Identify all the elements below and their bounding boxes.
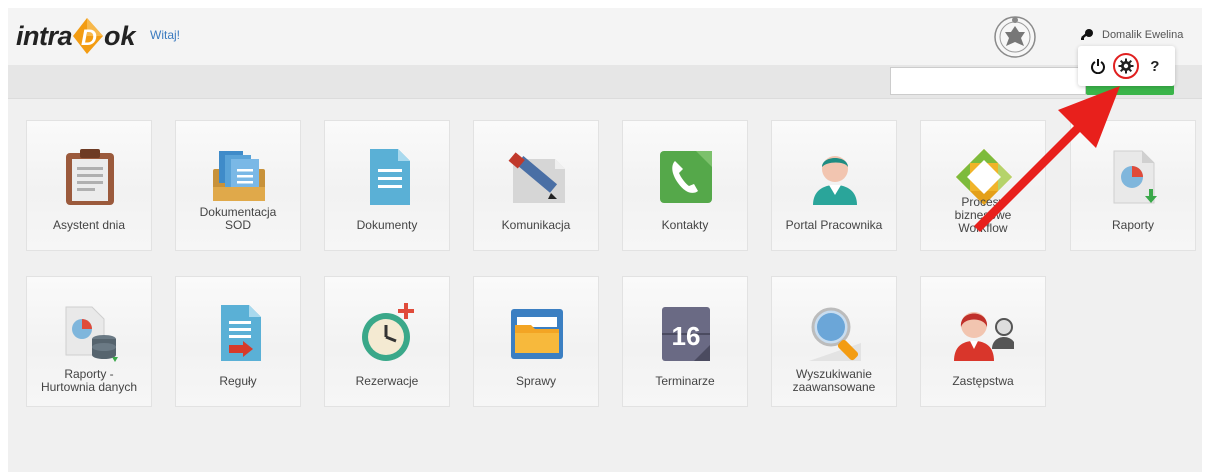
tile-dokumentacja-sod[interactable]: Dokumentacja SOD xyxy=(175,120,301,251)
logo-text-ok: ok xyxy=(104,20,136,51)
settings-button[interactable] xyxy=(1113,53,1140,79)
phone-icon xyxy=(656,147,716,207)
pencil-note-icon xyxy=(507,147,567,207)
tile-procesy-biznesowe[interactable]: Procesy biznesowe Workflow xyxy=(920,120,1046,251)
logo-d-mark-icon: D xyxy=(73,18,104,54)
search-input[interactable] xyxy=(890,67,1086,95)
tile-zastepstwa[interactable]: Zastępstwa xyxy=(920,276,1046,407)
tile-label: Sprawy xyxy=(515,373,556,388)
tile-label: Wyszukiwanie zaawansowane xyxy=(792,367,876,394)
tile-label: Dokumenty xyxy=(356,217,418,232)
tile-label: Raporty - Hurtownia danych xyxy=(40,367,138,394)
intradok-page: intra D ok Witaj! Domalik Ewelina ? Asys… xyxy=(8,8,1202,472)
tile-label: Zastępstwa xyxy=(952,373,1014,388)
key-icon xyxy=(1081,29,1093,40)
tile-label: Raporty xyxy=(1111,217,1155,232)
power-icon xyxy=(1091,59,1106,74)
rules-document-icon xyxy=(209,303,269,363)
tile-wyszukiwanie-zaawansowane[interactable]: Wyszukiwanie zaawansowane xyxy=(771,276,897,407)
tile-label: Terminarze xyxy=(655,373,715,388)
calendar-day-text: 16 xyxy=(672,321,701,351)
tile-terminarze[interactable]: 16 Terminarze xyxy=(622,276,748,407)
university-emblem-icon xyxy=(993,12,1037,62)
user-name: Domalik Ewelina xyxy=(1102,29,1184,41)
calendar-icon: 16 xyxy=(656,303,716,363)
tile-raporty[interactable]: Raporty xyxy=(1070,120,1196,251)
clipboard-icon xyxy=(60,147,120,207)
tile-label: Rezerwacje xyxy=(355,373,419,388)
magnifier-icon xyxy=(805,303,865,363)
alarm-clock-icon xyxy=(358,303,418,363)
tile-label: Asystent dnia xyxy=(52,217,126,232)
substitute-persons-icon xyxy=(954,303,1016,363)
tile-dokumenty[interactable]: Dokumenty xyxy=(324,120,450,251)
tile-label: Komunikacja xyxy=(501,217,571,232)
folder-icon xyxy=(507,303,567,363)
tile-reguly[interactable]: Reguły xyxy=(175,276,301,407)
welcome-link[interactable]: Witaj! xyxy=(150,28,180,42)
help-button[interactable]: ? xyxy=(1142,53,1168,79)
tile-asystent-dnia[interactable]: Asystent dnia xyxy=(26,120,152,251)
report-database-icon xyxy=(60,303,120,363)
logo-text-intra: intra xyxy=(16,20,73,51)
person-icon xyxy=(805,147,865,207)
tile-sprawy[interactable]: Sprawy xyxy=(473,276,599,407)
tile-komunikacja[interactable]: Komunikacja xyxy=(473,120,599,251)
tile-label: Procesy biznesowe Workflow xyxy=(954,194,1012,235)
tile-label: Reguły xyxy=(219,373,257,388)
document-icon xyxy=(358,147,418,207)
tile-label: Portal Pracownika xyxy=(785,217,883,232)
header-bar: intra D ok Witaj! Domalik Ewelina xyxy=(8,8,1202,65)
tile-portal-pracownika[interactable]: Portal Pracownika xyxy=(771,120,897,251)
tile-kontakty[interactable]: Kontakty xyxy=(622,120,748,251)
user-menu-popup: ? xyxy=(1078,46,1175,86)
tile-label: Dokumentacja SOD xyxy=(199,205,277,232)
gear-icon xyxy=(1118,58,1134,74)
intradok-logo[interactable]: intra D ok xyxy=(16,16,136,56)
svg-text:D: D xyxy=(81,25,97,50)
logout-button[interactable] xyxy=(1085,53,1111,79)
tile-raporty-hurtownia[interactable]: Raporty - Hurtownia danych xyxy=(26,276,152,407)
tile-rezerwacje[interactable]: Rezerwacje xyxy=(324,276,450,407)
report-chart-icon xyxy=(1104,147,1164,207)
user-info[interactable]: Domalik Ewelina xyxy=(1080,28,1183,42)
tile-label: Kontakty xyxy=(661,217,709,232)
